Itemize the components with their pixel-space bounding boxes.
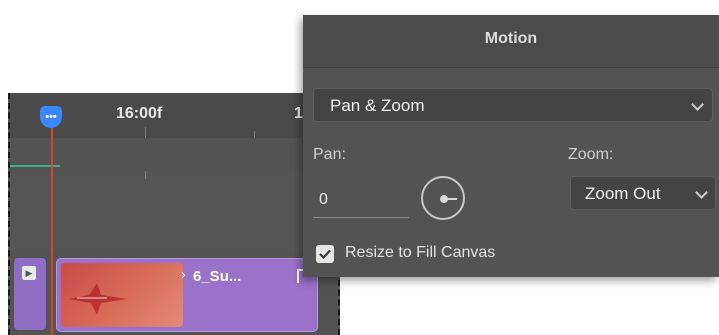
resize-checkbox-label[interactable]: Resize to Fill Canvas bbox=[345, 244, 495, 262]
playhead-dots: ••• bbox=[45, 111, 57, 123]
motion-panel: Motion Pan & Zoom Pan: Zoom: 0 Zoom Out … bbox=[303, 15, 719, 277]
clip-thumbnail-art bbox=[69, 283, 127, 315]
track-menu-icon: ▶ bbox=[22, 266, 36, 280]
track-menu-button[interactable]: ▶ bbox=[14, 258, 46, 330]
motion-type-value: Pan & Zoom bbox=[330, 96, 425, 115]
ruler-timecode-next: 1 bbox=[294, 105, 303, 122]
chevron-down-icon bbox=[691, 98, 704, 111]
pan-label: Pan: bbox=[313, 146, 346, 163]
zoom-value: Zoom Out bbox=[585, 184, 661, 203]
dial-center bbox=[440, 195, 448, 203]
resize-checkbox[interactable] bbox=[316, 245, 334, 263]
zoom-label: Zoom: bbox=[568, 146, 614, 163]
ruler-tick bbox=[145, 127, 146, 138]
motion-type-dropdown[interactable]: Pan & Zoom bbox=[313, 88, 713, 122]
track-tick bbox=[145, 171, 146, 179]
pan-angle-value: 0 bbox=[319, 191, 328, 208]
pan-angle-input[interactable]: 0 bbox=[313, 183, 409, 218]
checkmark-icon bbox=[319, 249, 331, 259]
video-clip[interactable]: › 6_Su... bbox=[56, 258, 318, 332]
angle-dial-icon[interactable] bbox=[421, 176, 465, 220]
zoom-dropdown[interactable]: Zoom Out bbox=[570, 176, 716, 210]
clip-thumbnail bbox=[61, 263, 183, 327]
ruler-timecode: 16:00f bbox=[116, 105, 163, 122]
playhead-line bbox=[51, 128, 53, 335]
timeline: 16:00f 1 ••• ▶ › 6_Su... bbox=[8, 93, 340, 335]
ruler-tick bbox=[254, 131, 255, 138]
panel-title: Motion bbox=[484, 30, 538, 47]
clip-title: 6_Su... bbox=[193, 268, 242, 285]
chevron-down-icon bbox=[695, 186, 708, 199]
panel-header: Motion bbox=[303, 15, 719, 68]
playhead-marker-icon[interactable]: ••• bbox=[40, 106, 62, 128]
video-track-area bbox=[10, 171, 338, 253]
chevron-right-icon[interactable]: › bbox=[181, 266, 186, 282]
